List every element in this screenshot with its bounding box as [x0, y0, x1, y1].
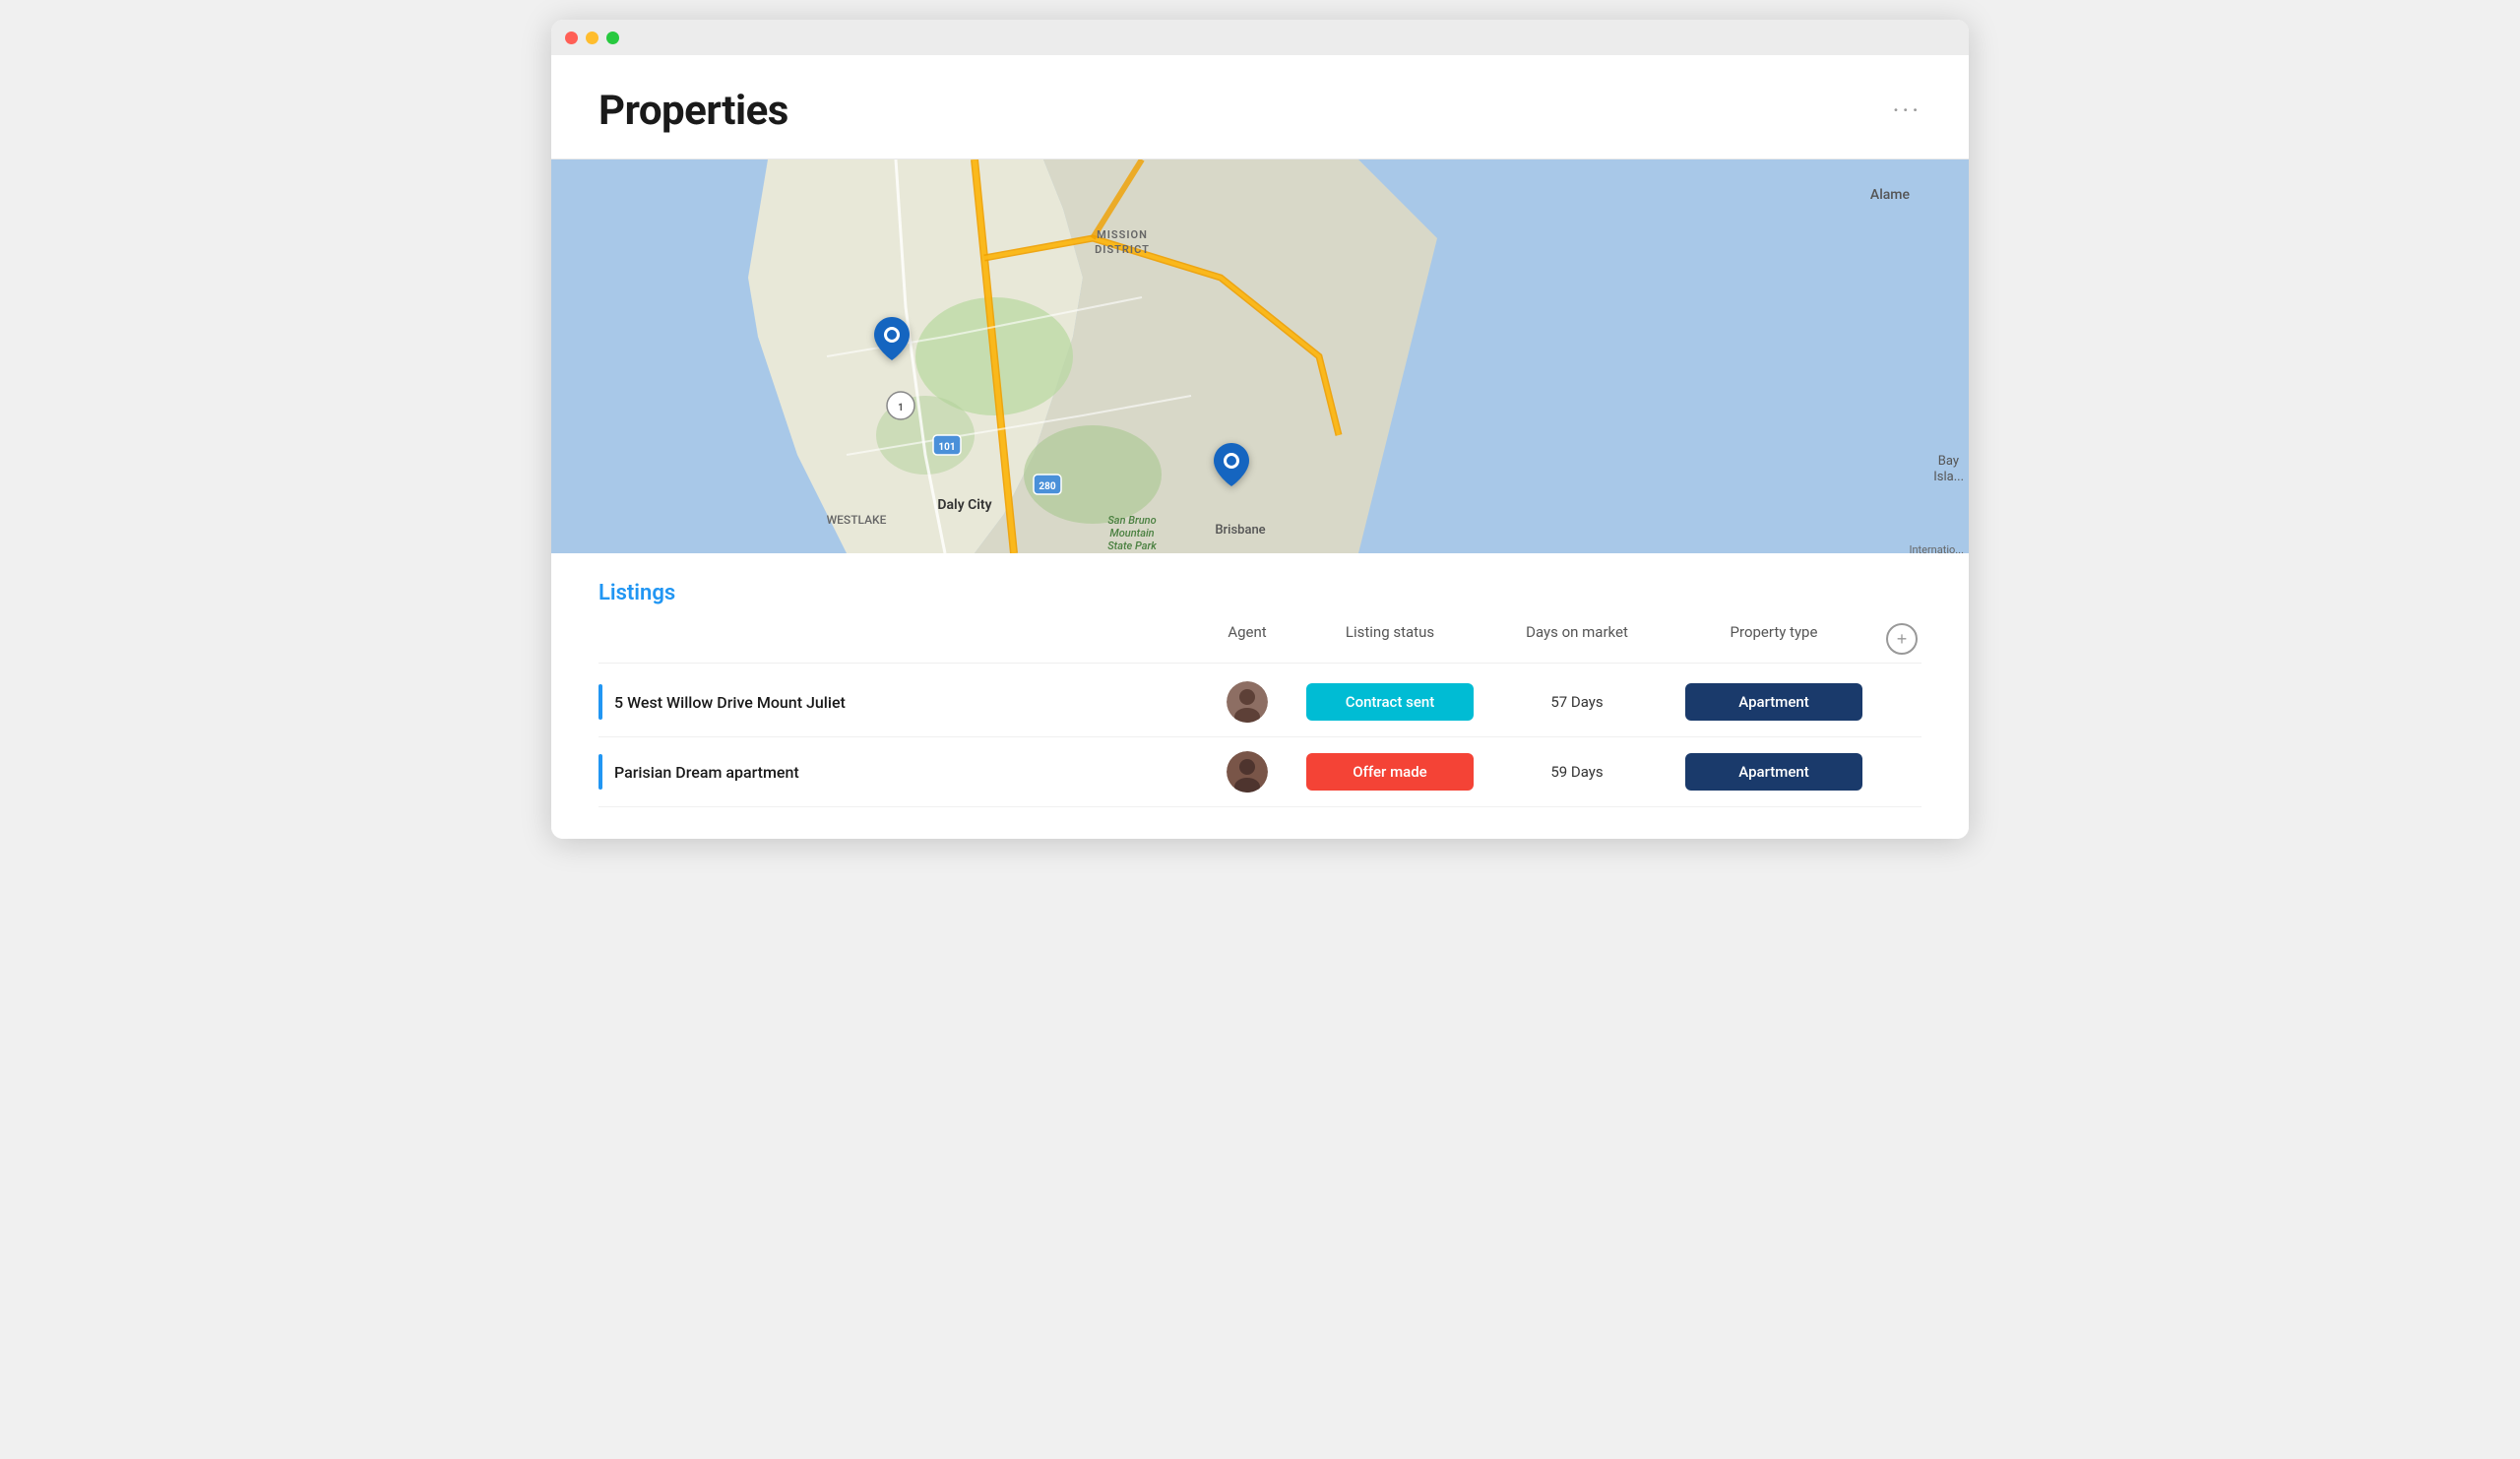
- svg-text:280: 280: [1039, 481, 1055, 492]
- col-prop-type: Property type: [1666, 623, 1882, 655]
- status-cell: Contract sent: [1292, 683, 1488, 721]
- minimize-button[interactable]: [586, 32, 598, 44]
- property-type-badge: Apartment: [1685, 753, 1862, 791]
- col-add: +: [1882, 623, 1922, 655]
- avatar: [1227, 751, 1268, 793]
- col-address: [610, 623, 1203, 655]
- svg-text:Bay: Bay: [1938, 454, 1959, 469]
- address-text: Parisian Dream apartment: [614, 763, 799, 782]
- page-header: Properties ···: [551, 55, 1969, 159]
- property-type-badge: Apartment: [1685, 683, 1862, 721]
- listings-title: Listings: [598, 581, 1922, 605]
- table-header: Agent Listing status Days on market Prop…: [598, 623, 1922, 664]
- svg-text:WESTLAKE: WESTLAKE: [827, 513, 887, 527]
- row-accent: [598, 754, 602, 790]
- svg-text:Mountain: Mountain: [1109, 527, 1154, 539]
- svg-text:Internatio...: Internatio...: [1909, 543, 1964, 553]
- days-cell: 57 Days: [1488, 693, 1666, 711]
- svg-text:Daly City: Daly City: [937, 497, 991, 513]
- map-pin-1[interactable]: [874, 317, 910, 364]
- svg-text:State Park: State Park: [1107, 539, 1157, 552]
- col-listing-status: Listing status: [1292, 623, 1488, 655]
- address-cell: Parisian Dream apartment: [598, 754, 1203, 790]
- map-view[interactable]: 101 280 1 MISSION DISTRICT WESTLAKE Daly…: [551, 159, 1969, 553]
- listings-section: Listings Agent Listing status Days on ma…: [551, 553, 1969, 839]
- status-cell: Offer made: [1292, 753, 1488, 791]
- avatar: [1227, 681, 1268, 723]
- property-type-cell: Apartment: [1666, 753, 1882, 791]
- maximize-button[interactable]: [606, 32, 619, 44]
- agent-cell: [1203, 751, 1292, 793]
- table-row: 5 West Willow Drive Mount Juliet Contrac…: [598, 667, 1922, 737]
- titlebar: [551, 20, 1969, 55]
- page-title: Properties: [598, 87, 788, 135]
- col-days: Days on market: [1488, 623, 1666, 655]
- col-agent: Agent: [1203, 623, 1292, 655]
- days-cell: 59 Days: [1488, 763, 1666, 781]
- row-accent: [598, 684, 602, 720]
- table-row: Parisian Dream apartment Offer made 59 D…: [598, 737, 1922, 807]
- app-window: Properties ···: [551, 20, 1969, 839]
- add-listing-button[interactable]: +: [1886, 623, 1918, 655]
- svg-text:San Bruno: San Bruno: [1107, 514, 1156, 527]
- svg-text:Alame: Alame: [1870, 187, 1911, 203]
- address-cell: 5 West Willow Drive Mount Juliet: [598, 684, 1203, 720]
- svg-text:DISTRICT: DISTRICT: [1095, 243, 1150, 256]
- agent-cell: [1203, 681, 1292, 723]
- property-type-cell: Apartment: [1666, 683, 1882, 721]
- svg-text:101: 101: [938, 442, 955, 453]
- map-svg: 101 280 1 MISSION DISTRICT WESTLAKE Daly…: [551, 159, 1969, 553]
- close-button[interactable]: [565, 32, 578, 44]
- svg-text:MISSION: MISSION: [1097, 228, 1148, 241]
- status-badge: Contract sent: [1306, 683, 1474, 721]
- status-badge: Offer made: [1306, 753, 1474, 791]
- address-text: 5 West Willow Drive Mount Juliet: [614, 693, 846, 712]
- map-pin-2[interactable]: [1214, 443, 1249, 490]
- svg-text:1: 1: [898, 403, 904, 413]
- more-options-button[interactable]: ···: [1893, 96, 1922, 126]
- svg-text:Brisbane: Brisbane: [1215, 523, 1265, 538]
- svg-text:Isla...: Isla...: [1933, 470, 1964, 484]
